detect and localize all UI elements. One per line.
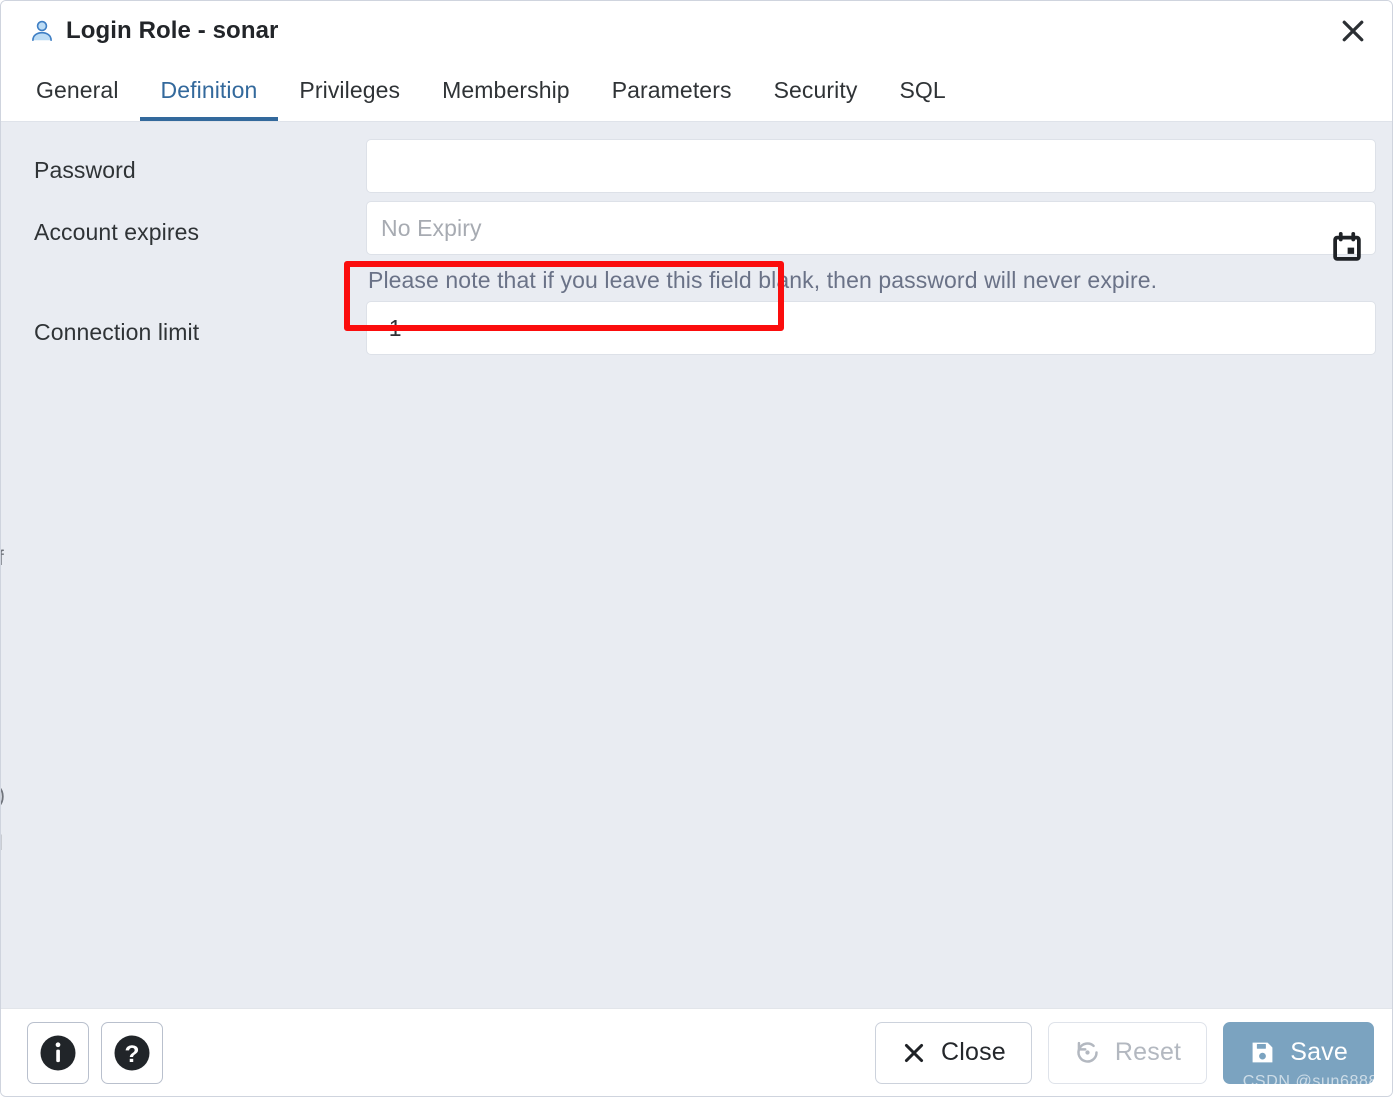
- close-button-label: Close: [940, 1038, 1006, 1066]
- close-icon: [1342, 20, 1364, 41]
- dialog-titlebar: Login Role - sonar: [1, 1, 1392, 60]
- reset-button-label: Reset: [1114, 1038, 1182, 1066]
- calendar-icon[interactable]: [1332, 232, 1362, 262]
- account-expires-row: Account expires Please note that if you …: [1, 201, 1392, 293]
- tab-general[interactable]: General: [15, 60, 140, 121]
- footer-left-buttons: ?: [27, 1021, 163, 1084]
- connection-limit-input[interactable]: [366, 301, 1376, 356]
- info-button[interactable]: [27, 1021, 89, 1084]
- password-input[interactable]: [366, 139, 1376, 193]
- user-icon: [32, 20, 52, 41]
- password-control: [366, 139, 1376, 193]
- edge-glyph-fragment: ): [1, 784, 5, 808]
- tab-privileges[interactable]: Privileges: [278, 60, 421, 121]
- edge-glyph-fragment: l: [1, 832, 3, 856]
- account-expires-input[interactable]: [366, 201, 1376, 255]
- definition-panel: Password Account expires Please note tha…: [1, 122, 1392, 1008]
- login-role-dialog: Login Role - sonar General Definition Pr…: [0, 0, 1393, 1097]
- info-icon: [40, 1035, 76, 1070]
- tab-membership[interactable]: Membership: [421, 60, 591, 121]
- dialog-tabs: General Definition Privileges Membership…: [1, 60, 1392, 122]
- connection-limit-row: Connection limit: [1, 301, 1392, 356]
- save-icon: [1252, 1042, 1273, 1063]
- tab-definition[interactable]: Definition: [139, 60, 279, 121]
- dialog-footer: ? Close Reset Save CSDN @sun6888: [1, 1008, 1392, 1096]
- account-expires-help: Please note that if you leave this field…: [368, 267, 1158, 293]
- connection-limit-label: Connection limit: [34, 319, 200, 346]
- dialog-close-button[interactable]: [1332, 10, 1374, 52]
- account-expires-control: Please note that if you leave this field…: [366, 201, 1376, 293]
- password-label: Password: [34, 157, 136, 183]
- account-expires-label: Account expires: [34, 219, 200, 245]
- page-title: Login Role - sonar: [66, 16, 279, 44]
- tab-security[interactable]: Security: [753, 60, 879, 121]
- connection-limit-control: [366, 301, 1376, 356]
- help-button[interactable]: ?: [101, 1021, 163, 1084]
- save-button[interactable]: Save: [1223, 1021, 1374, 1084]
- help-icon: ?: [114, 1035, 150, 1070]
- svg-text:?: ?: [125, 1040, 140, 1067]
- close-icon: [904, 1043, 924, 1062]
- tab-sql[interactable]: SQL: [878, 60, 966, 121]
- dialog-title-group: Login Role - sonar: [29, 18, 1332, 44]
- footer-right-buttons: Close Reset Save: [874, 1021, 1374, 1084]
- tab-parameters[interactable]: Parameters: [591, 60, 753, 121]
- reset-icon: [1077, 1041, 1098, 1063]
- password-row: Password: [1, 139, 1392, 193]
- save-button-label: Save: [1290, 1038, 1348, 1066]
- edge-glyph-fragment: f: [1, 547, 4, 571]
- close-button[interactable]: Close: [874, 1021, 1032, 1084]
- reset-button[interactable]: Reset: [1047, 1021, 1208, 1084]
